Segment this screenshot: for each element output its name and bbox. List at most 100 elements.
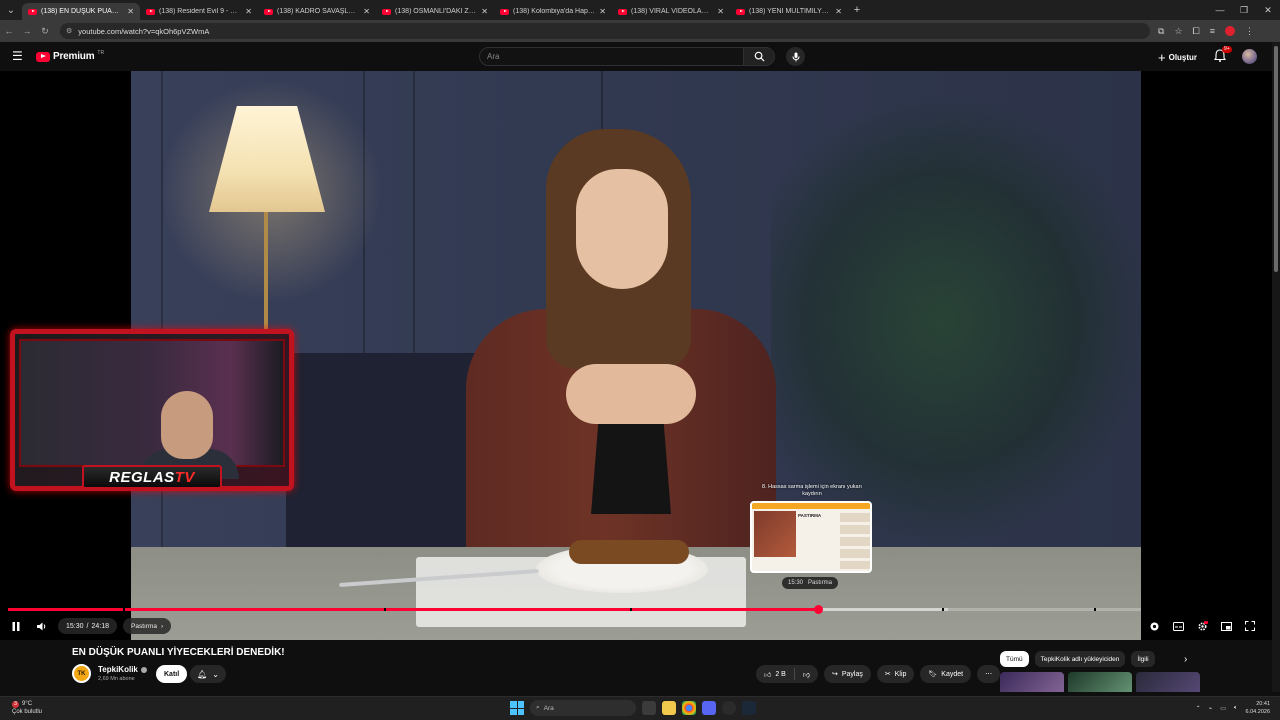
profile-icon[interactable] [1224,25,1235,36]
volume-button[interactable] [32,616,52,636]
temperature: 9°C [22,701,33,707]
speaker-icon[interactable]: 🔈︎ [1234,705,1238,712]
task-view-icon[interactable] [642,701,656,715]
search-icon: ⌕ [536,704,540,711]
browser-tab[interactable]: (138) Kolombiya'da Hapishane ✕ [494,3,612,20]
settings-button[interactable] [1192,616,1212,636]
browser-tab[interactable]: (138) VİRAL VİDEOLARA TEPKİ ✕ [612,3,730,20]
search-input[interactable] [480,48,743,65]
media-icon[interactable]: ≡ [1210,26,1215,37]
new-tab-button[interactable]: + [848,4,866,16]
clock[interactable]: 20:41 6.04.2026 [1246,700,1270,716]
install-icon[interactable]: ⧉ [1158,26,1164,37]
filter-chip[interactable]: İlgili [1131,651,1155,667]
youtube-play-icon [36,51,50,62]
youtube-favicon-icon [618,8,627,15]
forward-icon[interactable]: → [18,26,36,36]
chapter-button[interactable]: Pastırma › [123,618,172,634]
url-field[interactable]: ⚙ youtube.com/watch?v=qkOh6pVZWmA [60,23,1150,39]
recommendation-thumbnail[interactable] [1136,672,1200,692]
time-separator: / [86,622,89,630]
bookmark-star-icon[interactable]: ☆ [1174,26,1182,37]
browser-tab[interactable]: (138) OSMANLI'DAKİ ZENGİN✕ [376,3,494,20]
file-explorer-icon[interactable] [662,701,676,715]
create-button[interactable]: + Oluştur [1158,48,1197,66]
dislike-button[interactable]: 👎︎ [795,665,818,683]
site-info-icon[interactable]: ⚙ [66,27,72,35]
chips-next-icon[interactable]: › [1184,654,1187,665]
account-avatar[interactable] [1242,49,1257,64]
tab-search-icon[interactable]: ⌄ [0,0,22,20]
extensions-icon[interactable]: ⧠ [1193,26,1200,37]
video-actions: 👍︎ 2 B 👎︎ ↪ Paylaş ✂ Klip 🔖︎ Kaydet ⋯ [756,665,1001,683]
save-button[interactable]: 🔖︎ Kaydet [920,665,972,683]
recommendation-thumbnail[interactable] [1000,672,1064,692]
recommendation-chips: Tümü TepkiKolik adlı yükleyiciden İlgili [1000,651,1155,667]
clock-date: 6.04.2026 [1245,709,1270,715]
tab-title: (138) VİRAL VİDEOLARA TEPKİ [631,8,713,15]
close-tab-icon[interactable]: ✕ [717,7,724,16]
weather-widget[interactable]: 3 9°C Çok bulutlu [12,700,42,716]
channel-name-link[interactable]: TepkiKolik [98,665,147,674]
steam-icon[interactable] [742,701,756,715]
url-text: youtube.com/watch?v=qkOh6pVZWmA [78,26,210,36]
autoplay-toggle[interactable] [1144,616,1164,636]
windows-start-icon[interactable] [510,701,524,715]
miniplayer-button[interactable] [1216,616,1236,636]
join-button[interactable]: Katıl [156,665,188,683]
filter-chip[interactable]: TepkiKolik adlı yükleyiciden [1034,651,1126,667]
taskbar-search[interactable]: ⌕ Ara [530,700,636,716]
channel-avatar[interactable]: TK [72,664,91,683]
browser-tab[interactable]: (138) EN DÜŞÜK PUANLI Y ✕ [22,3,140,20]
close-tab-icon[interactable]: ✕ [835,7,842,16]
browser-tab[interactable]: (138) KADRO SAVAŞLARI: 112.✕ [258,3,376,20]
subscription-bell-button[interactable]: 🔔︎ ⌄ [190,665,226,683]
close-tab-icon[interactable]: ✕ [481,7,488,16]
share-button[interactable]: ↪ Paylaş [823,665,871,683]
menu-dots-icon[interactable]: ⋮ [1245,26,1254,37]
chapter-marker [384,608,386,611]
save-label: Kaydet [941,670,964,678]
display-icon[interactable]: ▭ [1220,705,1226,712]
minimize-icon[interactable]: — [1208,0,1232,20]
close-tab-icon[interactable]: ✕ [127,7,134,16]
chrome-icon[interactable] [682,701,696,715]
progress-bar[interactable] [8,605,1141,614]
close-tab-icon[interactable]: ✕ [245,7,252,16]
more-actions-button[interactable]: ⋯ [977,665,1001,683]
obs-icon[interactable] [722,701,736,715]
clock-time: 20:41 [1256,701,1270,707]
tray-expand-icon[interactable]: ⌃ [1196,705,1201,712]
scrollbar-thumb[interactable] [1274,46,1278,272]
close-tab-icon[interactable]: ✕ [599,7,606,16]
reload-icon[interactable]: ↻ [36,26,54,37]
fullscreen-button[interactable] [1240,616,1260,636]
browser-tab[interactable]: (138) YENİ MULTİMİLYONER A✕ [730,3,848,20]
discord-icon[interactable] [702,701,716,715]
clip-button[interactable]: ✂ Klip [876,665,915,683]
back-icon[interactable]: ← [0,26,18,36]
pause-button[interactable] [6,616,26,636]
search-button[interactable] [743,48,774,65]
verified-icon [140,666,147,673]
recommendation-thumbnail[interactable] [1068,672,1132,692]
plant [771,91,1141,551]
network-icon[interactable]: ⌁ [1209,705,1213,712]
browser-tab[interactable]: (138) Resident Evil 9 - Türk Yay ✕ [140,3,258,20]
player-controls: 15:30 / 24:18 Pastırma › [0,616,1272,636]
close-window-icon[interactable]: ✕ [1256,0,1280,20]
page-scrollbar[interactable] [1272,42,1280,692]
maximize-icon[interactable]: ❐ [1232,0,1256,20]
youtube-logo[interactable]: Premium TR [36,50,104,62]
thumbs-up-icon: 👍︎ [764,671,772,679]
subtitles-button[interactable] [1168,616,1188,636]
voice-search-button[interactable] [786,47,805,66]
like-button[interactable]: 👍︎ 2 B [756,665,794,683]
guide-menu-icon[interactable]: ☰ [12,50,24,62]
notifications-button[interactable]: 9+ [1213,46,1232,63]
youtube-favicon-icon [736,8,745,15]
filter-chip[interactable]: Tümü [1000,651,1029,667]
close-tab-icon[interactable]: ✕ [363,7,370,16]
scissors-icon: ✂ [884,671,891,678]
video-player[interactable]: REGLAS TV 8. Hassas sarma işlemi için ekr… [0,71,1272,640]
